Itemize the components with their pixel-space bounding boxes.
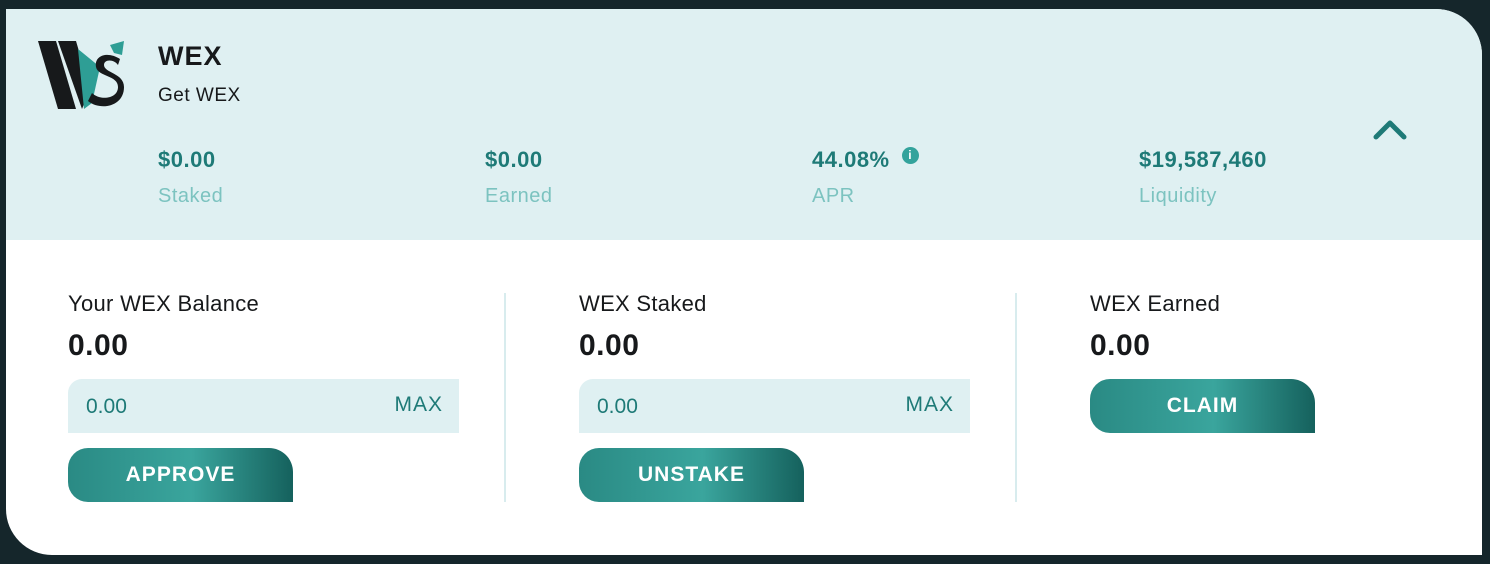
wex-logo <box>38 41 124 109</box>
column-divider <box>1015 293 1017 502</box>
approve-button[interactable]: APPROVE <box>68 448 293 502</box>
chevron-up-icon[interactable] <box>1370 113 1410 143</box>
staked-input-box: MAX <box>579 379 970 433</box>
unstake-max-button[interactable]: MAX <box>905 393 954 417</box>
column-divider <box>504 293 506 502</box>
earned-amount: 0.00 <box>1090 329 1151 362</box>
info-icon[interactable]: i <box>901 146 919 164</box>
stat-earned-value: $0.00 <box>485 147 543 172</box>
stat-apr-label: APR <box>812 185 855 207</box>
stake-max-button[interactable]: MAX <box>394 393 443 417</box>
stake-amount-input[interactable] <box>86 392 346 422</box>
staked-title: WEX Staked <box>579 291 707 316</box>
stat-apr: 44.08% i APR <box>812 146 919 208</box>
pool-header: WEX Get WEX $0.00 Staked $0.00 Earned 44… <box>6 9 1482 240</box>
get-token-link[interactable]: Get WEX <box>158 85 241 107</box>
balance-input-box: MAX <box>68 379 459 433</box>
balance-title: Your WEX Balance <box>68 291 260 316</box>
stat-staked-value: $0.00 <box>158 147 216 172</box>
staked-section: WEX Staked 0.00 MAX UNSTAKE <box>579 291 979 502</box>
stat-earned-label: Earned <box>485 185 553 207</box>
earned-section: WEX Earned 0.00 CLAIM <box>1090 291 1482 433</box>
unstake-amount-input[interactable] <box>597 392 857 422</box>
earned-title: WEX Earned <box>1090 291 1221 316</box>
stat-apr-value: 44.08% <box>812 147 890 172</box>
pool-card: WEX Get WEX $0.00 Staked $0.00 Earned 44… <box>6 9 1482 555</box>
stat-staked-label: Staked <box>158 185 224 207</box>
stat-apr-row: 44.08% i <box>812 146 919 173</box>
stat-liquidity: $19,587,460 Liquidity <box>1139 147 1267 208</box>
stat-liquidity-value: $19,587,460 <box>1139 147 1267 172</box>
balance-section: Your WEX Balance 0.00 MAX APPROVE <box>68 291 468 502</box>
balance-amount: 0.00 <box>68 329 129 362</box>
stat-liquidity-label: Liquidity <box>1139 185 1217 207</box>
unstake-button[interactable]: UNSTAKE <box>579 448 804 502</box>
stat-earned: $0.00 Earned <box>485 147 553 208</box>
pool-name: WEX <box>158 41 223 71</box>
claim-button[interactable]: CLAIM <box>1090 379 1315 433</box>
stat-staked: $0.00 Staked <box>158 147 223 208</box>
staked-amount: 0.00 <box>579 329 640 362</box>
